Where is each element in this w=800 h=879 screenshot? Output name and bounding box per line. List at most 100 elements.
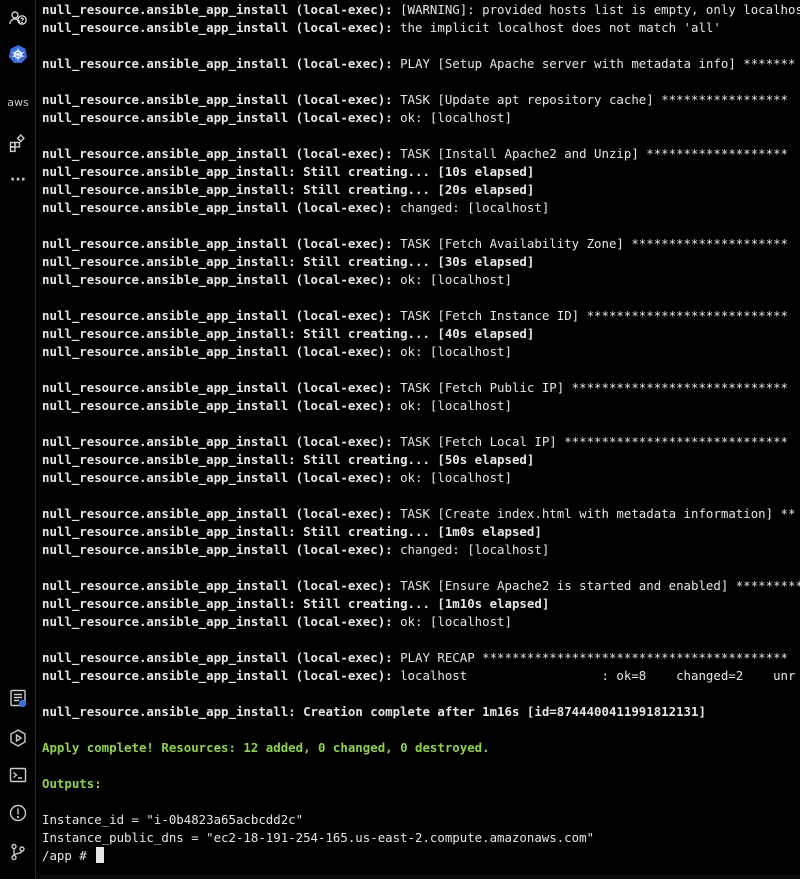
line-text: Instance_public_dns = "ec2-18-191-254-16… bbox=[42, 830, 595, 845]
line-text: ok: [localhost] bbox=[392, 344, 512, 359]
accounts-help-icon[interactable] bbox=[6, 6, 30, 30]
line-text: [WARNING]: provided hosts list is empty,… bbox=[392, 2, 800, 17]
line-text: Still creating... [40s elapsed] bbox=[295, 326, 535, 341]
terminal-line: Outputs: bbox=[42, 775, 102, 793]
resource-prefix: null_resource.ansible_app_install (local… bbox=[42, 650, 393, 665]
resource-prefix: null_resource.ansible_app_install (local… bbox=[42, 308, 393, 323]
line-text: changed: [localhost] bbox=[392, 200, 550, 215]
aws-icon[interactable]: aws bbox=[6, 90, 30, 114]
terminal-line: null_resource.ansible_app_install (local… bbox=[42, 271, 512, 289]
aws-label: aws bbox=[7, 95, 29, 109]
line-text: PLAY [Setup Apache server with metadata … bbox=[392, 56, 796, 71]
resource-prefix: null_resource.ansible_app_install: bbox=[42, 452, 296, 467]
line-text: Still creating... [10s elapsed] bbox=[295, 164, 535, 179]
activity-bar: aws ··· bbox=[0, 0, 36, 879]
problems-icon[interactable] bbox=[6, 801, 30, 825]
terminal-line: Instance_public_dns = "ec2-18-191-254-16… bbox=[42, 829, 594, 847]
line-text: TASK [Fetch Availability Zone] *********… bbox=[392, 236, 788, 251]
more-label: ··· bbox=[10, 172, 26, 188]
panel-bottom-edge bbox=[36, 875, 800, 879]
terminal-line: null_resource.ansible_app_install: Creat… bbox=[42, 703, 706, 721]
resource-prefix: null_resource.ansible_app_install (local… bbox=[42, 398, 393, 413]
terminal-line: null_resource.ansible_app_install (local… bbox=[42, 505, 795, 523]
terminal-line: null_resource.ansible_app_install: Still… bbox=[42, 325, 534, 343]
terminal-line: Apply complete! Resources: 12 added, 0 c… bbox=[42, 739, 490, 757]
resource-prefix: null_resource.ansible_app_install (local… bbox=[42, 236, 393, 251]
line-text: PLAY RECAP *****************************… bbox=[392, 650, 788, 665]
resource-prefix: null_resource.ansible_app_install (local… bbox=[42, 200, 393, 215]
resource-prefix: null_resource.ansible_app_install (local… bbox=[42, 614, 393, 629]
line-text: TASK [Install Apache2 and Unzip] *******… bbox=[392, 146, 788, 161]
terminal-line: null_resource.ansible_app_install (local… bbox=[42, 343, 512, 361]
terminal-output[interactable]: null_resource.ansible_app_install (local… bbox=[42, 0, 800, 879]
line-text: Outputs: bbox=[42, 776, 102, 791]
terminal-line: null_resource.ansible_app_install (local… bbox=[42, 19, 721, 37]
terminal-line: null_resource.ansible_app_install (local… bbox=[42, 145, 788, 163]
resource-prefix: null_resource.ansible_app_install (local… bbox=[42, 542, 393, 557]
line-text: Instance_id = "i-0b4823a65acbcdd2c" bbox=[42, 812, 304, 827]
line-text: TASK [Fetch Public IP] *****************… bbox=[392, 380, 788, 395]
line-text: TASK [Fetch Local IP] ******************… bbox=[392, 434, 788, 449]
resource-prefix: null_resource.ansible_app_install: bbox=[42, 704, 296, 719]
kubernetes-icon[interactable] bbox=[6, 42, 30, 66]
resource-prefix: null_resource.ansible_app_install (local… bbox=[42, 20, 393, 35]
resource-prefix: null_resource.ansible_app_install (local… bbox=[42, 92, 393, 107]
resource-prefix: null_resource.ansible_app_install (local… bbox=[42, 146, 393, 161]
terminal-line: null_resource.ansible_app_install (local… bbox=[42, 667, 795, 685]
line-text: Still creating... [1m0s elapsed] bbox=[295, 524, 542, 539]
resource-prefix: null_resource.ansible_app_install: bbox=[42, 254, 296, 269]
resource-prefix: null_resource.ansible_app_install: bbox=[42, 596, 296, 611]
resource-prefix: null_resource.ansible_app_install (local… bbox=[42, 380, 393, 395]
terminal-cursor bbox=[96, 847, 105, 863]
output-panel-icon[interactable] bbox=[6, 686, 30, 710]
line-text: ok: [localhost] bbox=[392, 614, 512, 629]
line-text: TASK [Fetch Instance ID] ***************… bbox=[392, 308, 788, 323]
line-text: Still creating... [1m10s elapsed] bbox=[295, 596, 550, 611]
run-icon[interactable] bbox=[6, 726, 30, 750]
resource-prefix: null_resource.ansible_app_install (local… bbox=[42, 56, 393, 71]
more-icon[interactable]: ··· bbox=[6, 168, 30, 192]
line-text: ok: [localhost] bbox=[392, 272, 512, 287]
terminal-line: null_resource.ansible_app_install (local… bbox=[42, 649, 788, 667]
terminal-line: null_resource.ansible_app_install (local… bbox=[42, 469, 512, 487]
resource-prefix: null_resource.ansible_app_install (local… bbox=[42, 344, 393, 359]
resource-prefix: null_resource.ansible_app_install (local… bbox=[42, 668, 393, 683]
resource-prefix: null_resource.ansible_app_install (local… bbox=[42, 434, 393, 449]
terminal-icon[interactable] bbox=[6, 763, 30, 787]
terminal-line: null_resource.ansible_app_install: Still… bbox=[42, 523, 542, 541]
source-control-icon[interactable] bbox=[6, 840, 30, 864]
terminal-line: null_resource.ansible_app_install: Still… bbox=[42, 595, 549, 613]
extensions-icon[interactable] bbox=[6, 131, 30, 155]
terminal-line: null_resource.ansible_app_install: Still… bbox=[42, 163, 534, 181]
line-text: the implicit localhost does not match 'a… bbox=[392, 20, 721, 35]
terminal-line: null_resource.ansible_app_install (local… bbox=[42, 541, 549, 559]
terminal-line: null_resource.ansible_app_install (local… bbox=[42, 1, 800, 19]
resource-prefix: null_resource.ansible_app_install (local… bbox=[42, 2, 393, 17]
resource-prefix: null_resource.ansible_app_install: bbox=[42, 164, 296, 179]
line-text: TASK [Create index.html with metadata in… bbox=[392, 506, 796, 521]
line-text: changed: [localhost] bbox=[392, 542, 550, 557]
terminal-line: null_resource.ansible_app_install: Still… bbox=[42, 253, 534, 271]
terminal-line: Instance_id = "i-0b4823a65acbcdd2c" bbox=[42, 811, 303, 829]
shell-prompt-line[interactable]: /app # bbox=[42, 847, 105, 865]
terminal-line: null_resource.ansible_app_install (local… bbox=[42, 307, 788, 325]
terminal-line: null_resource.ansible_app_install (local… bbox=[42, 55, 795, 73]
terminal-line: null_resource.ansible_app_install: Still… bbox=[42, 451, 534, 469]
terminal-line: null_resource.ansible_app_install (local… bbox=[42, 397, 512, 415]
terminal-line: null_resource.ansible_app_install (local… bbox=[42, 235, 788, 253]
line-text: localhost : ok=8 changed=2 unr bbox=[392, 668, 796, 683]
line-text: Apply complete! Resources: 12 added, 0 c… bbox=[42, 740, 490, 755]
terminal-line: null_resource.ansible_app_install: Still… bbox=[42, 181, 534, 199]
line-text: TASK [Update apt repository cache] *****… bbox=[392, 92, 788, 107]
line-text: Creation complete after 1m16s [id=874440… bbox=[295, 704, 706, 719]
terminal-line: null_resource.ansible_app_install (local… bbox=[42, 91, 788, 109]
line-text: Still creating... [20s elapsed] bbox=[295, 182, 535, 197]
terminal-line: null_resource.ansible_app_install (local… bbox=[42, 577, 800, 595]
terminal-line: null_resource.ansible_app_install (local… bbox=[42, 199, 549, 217]
resource-prefix: null_resource.ansible_app_install (local… bbox=[42, 272, 393, 287]
shell-prompt: /app # bbox=[42, 848, 95, 863]
resource-prefix: null_resource.ansible_app_install (local… bbox=[42, 578, 393, 593]
line-text: Still creating... [30s elapsed] bbox=[295, 254, 535, 269]
line-text: ok: [localhost] bbox=[392, 470, 512, 485]
resource-prefix: null_resource.ansible_app_install: bbox=[42, 182, 296, 197]
